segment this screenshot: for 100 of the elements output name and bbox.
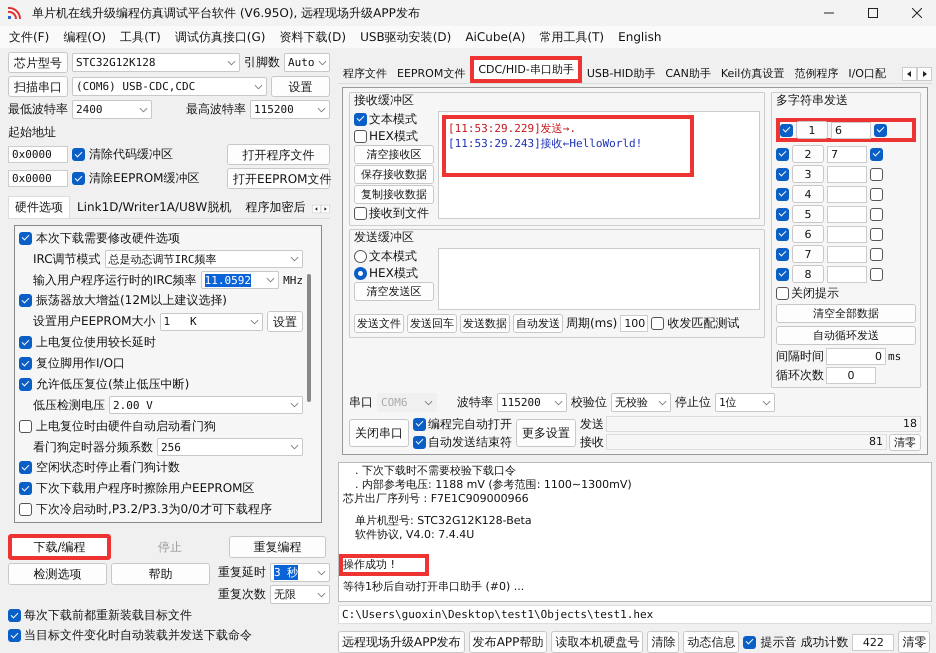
string-send-button[interactable]: 2 [792,145,824,163]
pin-count-dropdown[interactable]: Auto [284,53,330,72]
checkbox[interactable] [19,503,32,516]
interval-field[interactable]: 0 [826,348,886,364]
loop-count-field[interactable]: 0 [826,366,876,384]
option-dropdown[interactable]: 1 K [160,312,263,331]
receive-button[interactable]: 清空接收区 [354,145,434,164]
scrollbar[interactable] [307,274,311,402]
string-send-button[interactable]: 6 [792,225,824,243]
send-button[interactable]: 自动发送 [513,314,563,333]
checkbox[interactable] [743,636,756,648]
tab[interactable]: EEPROM文件 [392,63,470,83]
close-icon[interactable] [912,8,922,18]
checkbox[interactable] [651,317,664,330]
tab-scroll-arrows-icon[interactable] [902,67,932,81]
checkbox[interactable] [72,148,85,161]
bottom-button[interactable]: 清除 [647,631,680,653]
checkbox[interactable] [413,436,426,448]
menu-item[interactable]: AiCube(A) [458,30,532,44]
checkbox[interactable] [19,357,32,370]
bottom-button[interactable]: 读取本机硬盘号 [551,631,644,653]
string-field[interactable] [827,246,867,262]
menu-item[interactable]: 常用工具(T) [532,28,612,46]
action-button[interactable]: 帮助 [111,563,210,585]
checkbox[interactable] [354,130,367,142]
checkbox[interactable] [776,268,789,280]
option-dropdown[interactable]: 256 [157,438,303,456]
checkbox[interactable] [8,629,21,642]
receive-text-area[interactable]: [11:53:29.229]发送→. [11:53:29.243]接收←HelloWorld! [438,111,760,219]
option-dropdown[interactable]: 2.00 V [109,396,303,414]
checkbox[interactable] [19,336,32,350]
string-field[interactable] [827,186,867,202]
checkbox[interactable] [19,294,32,308]
checkbox[interactable] [776,286,789,300]
checkbox[interactable] [870,168,883,180]
tab[interactable]: USB-HID助手 [582,63,660,83]
radio-button[interactable] [354,250,367,262]
radio-button[interactable] [354,266,367,280]
tab[interactable]: Keil仿真设置 [716,63,790,83]
tab[interactable]: I/O口配 [843,63,891,83]
send-button[interactable]: 发送数据 [460,314,510,333]
address-field[interactable]: 0x0000 [8,146,68,163]
option-dropdown[interactable]: 11.0592 [200,271,280,290]
checkbox[interactable] [19,420,32,433]
parity-dropdown[interactable]: 无校验 [611,393,671,412]
checkbox[interactable] [8,609,21,622]
checkbox[interactable] [354,112,367,126]
string-field[interactable] [827,206,867,222]
min-baud-dropdown[interactable]: 2400 [72,100,152,119]
checkbox[interactable] [776,248,789,260]
checkbox[interactable] [413,418,426,430]
checkbox[interactable] [19,378,32,391]
receive-button[interactable]: 保存接收数据 [354,165,434,184]
close-port-button[interactable]: 关闭串口 [349,419,409,447]
string-send-button[interactable]: 3 [792,165,824,183]
checkbox[interactable] [19,461,32,474]
checkbox[interactable] [874,124,887,136]
open-file-button[interactable]: 打开EEPROM文件 [227,168,330,189]
multi-button[interactable]: 自动循环发送 [776,326,916,345]
checkbox[interactable] [19,482,32,496]
bottom-button[interactable]: 远程现场升级APP发布 [338,631,465,653]
menu-item[interactable]: 资料下载(D) [272,28,354,46]
port-dropdown[interactable]: (COM6) USB-CDC,CDC [72,77,267,96]
string-field[interactable]: 6 [831,122,871,138]
checkbox[interactable] [776,208,789,220]
checkbox[interactable] [19,232,32,245]
menu-item[interactable]: 工具(T) [113,28,168,46]
tab[interactable]: 程序文件 [338,63,392,83]
checkbox[interactable] [354,206,367,220]
option-settings-button[interactable]: 设置 [267,311,303,332]
period-field[interactable]: 100 [620,315,648,332]
string-send-button[interactable]: 5 [792,205,824,223]
tab-scroll-arrows-icon[interactable] [312,202,330,216]
tab[interactable]: CAN助手 [660,63,716,83]
checkbox[interactable] [776,148,789,160]
checkbox[interactable] [780,124,793,136]
send-button[interactable]: 发送回车 [407,314,457,333]
stop-bits-dropdown[interactable]: 1位 [715,393,775,412]
clear-count-button[interactable]: 清零 [898,631,930,653]
chip-model-button[interactable]: 芯片型号 [8,52,68,73]
tab[interactable]: 范例程序 [789,63,844,83]
string-send-button[interactable]: 4 [792,185,824,203]
checkbox[interactable] [776,188,789,200]
checkbox[interactable] [72,172,85,185]
action-button[interactable]: 检测选项 [8,563,107,585]
checkbox[interactable] [870,248,883,260]
multi-button[interactable]: 清空全部数据 [776,304,916,323]
checkbox[interactable] [870,188,883,200]
action-button[interactable]: 重复编程 [228,536,326,558]
send-button[interactable]: 发送文件 [354,314,404,333]
string-field[interactable] [827,266,867,282]
bottom-button[interactable]: 发布APP帮助 [468,631,548,653]
open-file-button[interactable]: 打开程序文件 [227,144,330,165]
chip-model-dropdown[interactable]: STC32G12K128 [72,53,240,72]
menu-item[interactable]: 编程(O) [56,28,114,46]
string-field[interactable] [827,166,867,182]
menu-item[interactable]: 调试仿真接口(G) [168,28,272,46]
menu-item[interactable]: 文件(F) [2,28,56,46]
tab[interactable]: 程序加密后 [238,196,312,218]
tab[interactable]: CDC/HID-串口助手 [470,56,582,83]
